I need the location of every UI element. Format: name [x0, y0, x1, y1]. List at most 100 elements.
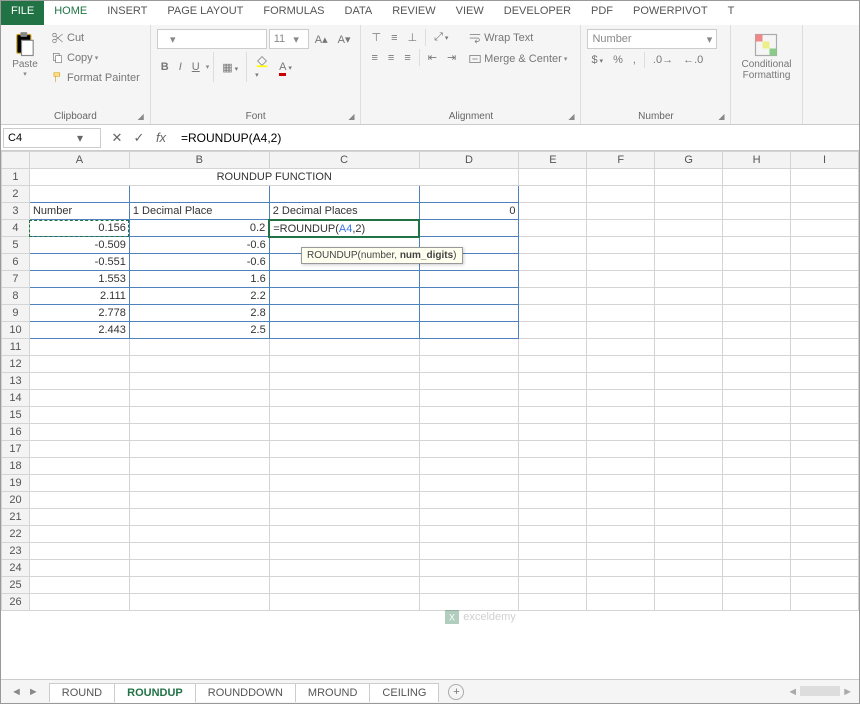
cell-A4[interactable]: 0.156 — [29, 220, 129, 237]
cell[interactable]: -0.6 — [129, 254, 269, 271]
grid[interactable]: A B C D E F G H I 1 ROUNDUP FUNCTION 2 3… — [1, 151, 859, 679]
alignment-dialog-launcher[interactable]: ◢ — [568, 112, 574, 121]
font-name-combo[interactable]: ▾ — [157, 29, 267, 49]
orientation-button[interactable]: ⤢ ▾ — [430, 29, 452, 46]
copy-button[interactable]: Copy ▾ — [47, 49, 144, 67]
border-button[interactable]: ▦ ▾ — [218, 59, 242, 76]
row-header[interactable]: 24 — [2, 560, 30, 577]
sheet-tab[interactable]: MROUND — [295, 683, 371, 702]
conditional-formatting-button[interactable]: Conditional Formatting — [737, 29, 795, 83]
col-header-E[interactable]: E — [519, 152, 587, 169]
format-painter-button[interactable]: Format Painter — [47, 69, 144, 87]
merge-center-button[interactable]: Merge & Center ▾ — [464, 50, 571, 68]
paste-button[interactable]: Paste ▾ — [7, 29, 43, 80]
row-header[interactable]: 22 — [2, 526, 30, 543]
add-sheet-button[interactable]: + — [448, 684, 464, 700]
hscroll-left[interactable]: ◄ — [787, 686, 798, 698]
cell[interactable]: 2.778 — [29, 305, 129, 322]
cell-title[interactable]: ROUNDUP FUNCTION — [29, 169, 518, 186]
cell-C4-editing[interactable]: =ROUNDUP(A4,2) — [269, 220, 419, 237]
tab-home[interactable]: HOME — [44, 1, 97, 25]
row-header[interactable]: 3 — [2, 203, 30, 220]
tab-page-layout[interactable]: PAGE LAYOUT — [157, 1, 253, 25]
number-format-combo[interactable]: Number▾ — [587, 29, 717, 49]
tab-truncated[interactable]: T — [718, 1, 745, 25]
cell[interactable]: 1.6 — [129, 271, 269, 288]
row-header[interactable]: 14 — [2, 390, 30, 407]
cell[interactable]: 2.111 — [29, 288, 129, 305]
col-header-G[interactable]: G — [655, 152, 723, 169]
row-header[interactable]: 5 — [2, 237, 30, 254]
row-header[interactable]: 12 — [2, 356, 30, 373]
sheet-tab[interactable]: ROUND — [49, 683, 115, 702]
col-header-F[interactable]: F — [587, 152, 655, 169]
row-header[interactable]: 15 — [2, 407, 30, 424]
decrease-font-button[interactable]: A▾ — [334, 31, 355, 48]
sheet-tab[interactable]: ROUNDUP — [114, 683, 196, 703]
col-header-C[interactable]: C — [269, 152, 419, 169]
row-header[interactable]: 20 — [2, 492, 30, 509]
tab-file[interactable]: FILE — [1, 1, 44, 25]
row-header[interactable]: 1 — [2, 169, 30, 186]
increase-decimal-button[interactable]: .0→ — [649, 52, 677, 68]
align-bottom-button[interactable]: ⊥ — [403, 29, 421, 46]
formula-input[interactable] — [175, 131, 859, 145]
col-header-B[interactable]: B — [129, 152, 269, 169]
align-left-button[interactable]: ≡ — [367, 50, 381, 66]
sheet-nav-prev[interactable]: ◄ — [9, 686, 24, 698]
row-header[interactable]: 16 — [2, 424, 30, 441]
cell[interactable]: 2.5 — [129, 322, 269, 339]
name-box[interactable]: ▾ — [3, 128, 101, 148]
cell[interactable]: -0.6 — [129, 237, 269, 254]
font-dialog-launcher[interactable]: ◢ — [348, 112, 354, 121]
clipboard-dialog-launcher[interactable]: ◢ — [138, 112, 144, 121]
tab-review[interactable]: REVIEW — [382, 1, 445, 25]
accounting-format-button[interactable]: $ ▾ — [587, 52, 607, 68]
row-header[interactable]: 4 — [2, 220, 30, 237]
name-box-input[interactable] — [4, 132, 72, 144]
tab-formulas[interactable]: FORMULAS — [253, 1, 334, 25]
col-header-H[interactable]: H — [723, 152, 791, 169]
tab-powerpivot[interactable]: POWERPIVOT — [623, 1, 718, 25]
cell[interactable]: 2.8 — [129, 305, 269, 322]
cell[interactable]: -0.509 — [29, 237, 129, 254]
increase-font-button[interactable]: A▴ — [311, 31, 332, 48]
tab-pdf[interactable]: PDF — [581, 1, 623, 25]
font-size-combo[interactable]: 11▾ — [269, 29, 309, 49]
underline-button[interactable]: U — [188, 59, 204, 75]
row-header[interactable]: 26 — [2, 594, 30, 611]
tab-data[interactable]: DATA — [335, 1, 383, 25]
cell[interactable] — [419, 220, 519, 237]
col-header-I[interactable]: I — [791, 152, 859, 169]
decrease-decimal-button[interactable]: ←.0 — [679, 52, 707, 68]
col-header-D[interactable]: D — [419, 152, 519, 169]
row-header[interactable]: 9 — [2, 305, 30, 322]
align-right-button[interactable]: ≡ — [400, 50, 414, 66]
hscroll-right[interactable]: ► — [842, 686, 853, 698]
row-header[interactable]: 17 — [2, 441, 30, 458]
row-header[interactable]: 11 — [2, 339, 30, 356]
font-color-button[interactable]: A ▾ — [275, 59, 296, 75]
row-header[interactable]: 10 — [2, 322, 30, 339]
row-header[interactable]: 8 — [2, 288, 30, 305]
cell[interactable]: 2.2 — [129, 288, 269, 305]
tab-view[interactable]: VIEW — [446, 1, 494, 25]
row-header[interactable]: 23 — [2, 543, 30, 560]
number-dialog-launcher[interactable]: ◢ — [718, 112, 724, 121]
fill-color-button[interactable]: ▾ — [251, 52, 273, 82]
align-middle-button[interactable]: ≡ — [387, 30, 401, 46]
increase-indent-button[interactable]: ⇥ — [443, 49, 460, 66]
decrease-indent-button[interactable]: ⇤ — [424, 49, 441, 66]
italic-button[interactable]: I — [175, 59, 186, 75]
col-header-A[interactable]: A — [29, 152, 129, 169]
bold-button[interactable]: B — [157, 59, 173, 75]
align-top-button[interactable]: ⊤ — [367, 29, 385, 46]
row-header[interactable]: 25 — [2, 577, 30, 594]
cell[interactable]: -0.551 — [29, 254, 129, 271]
select-all-corner[interactable] — [2, 152, 30, 169]
align-center-button[interactable]: ≡ — [384, 50, 398, 66]
hscroll-track[interactable] — [800, 686, 840, 696]
sheet-tab[interactable]: ROUNDDOWN — [195, 683, 296, 702]
tab-insert[interactable]: INSERT — [97, 1, 157, 25]
cell[interactable]: 0 — [419, 203, 519, 220]
